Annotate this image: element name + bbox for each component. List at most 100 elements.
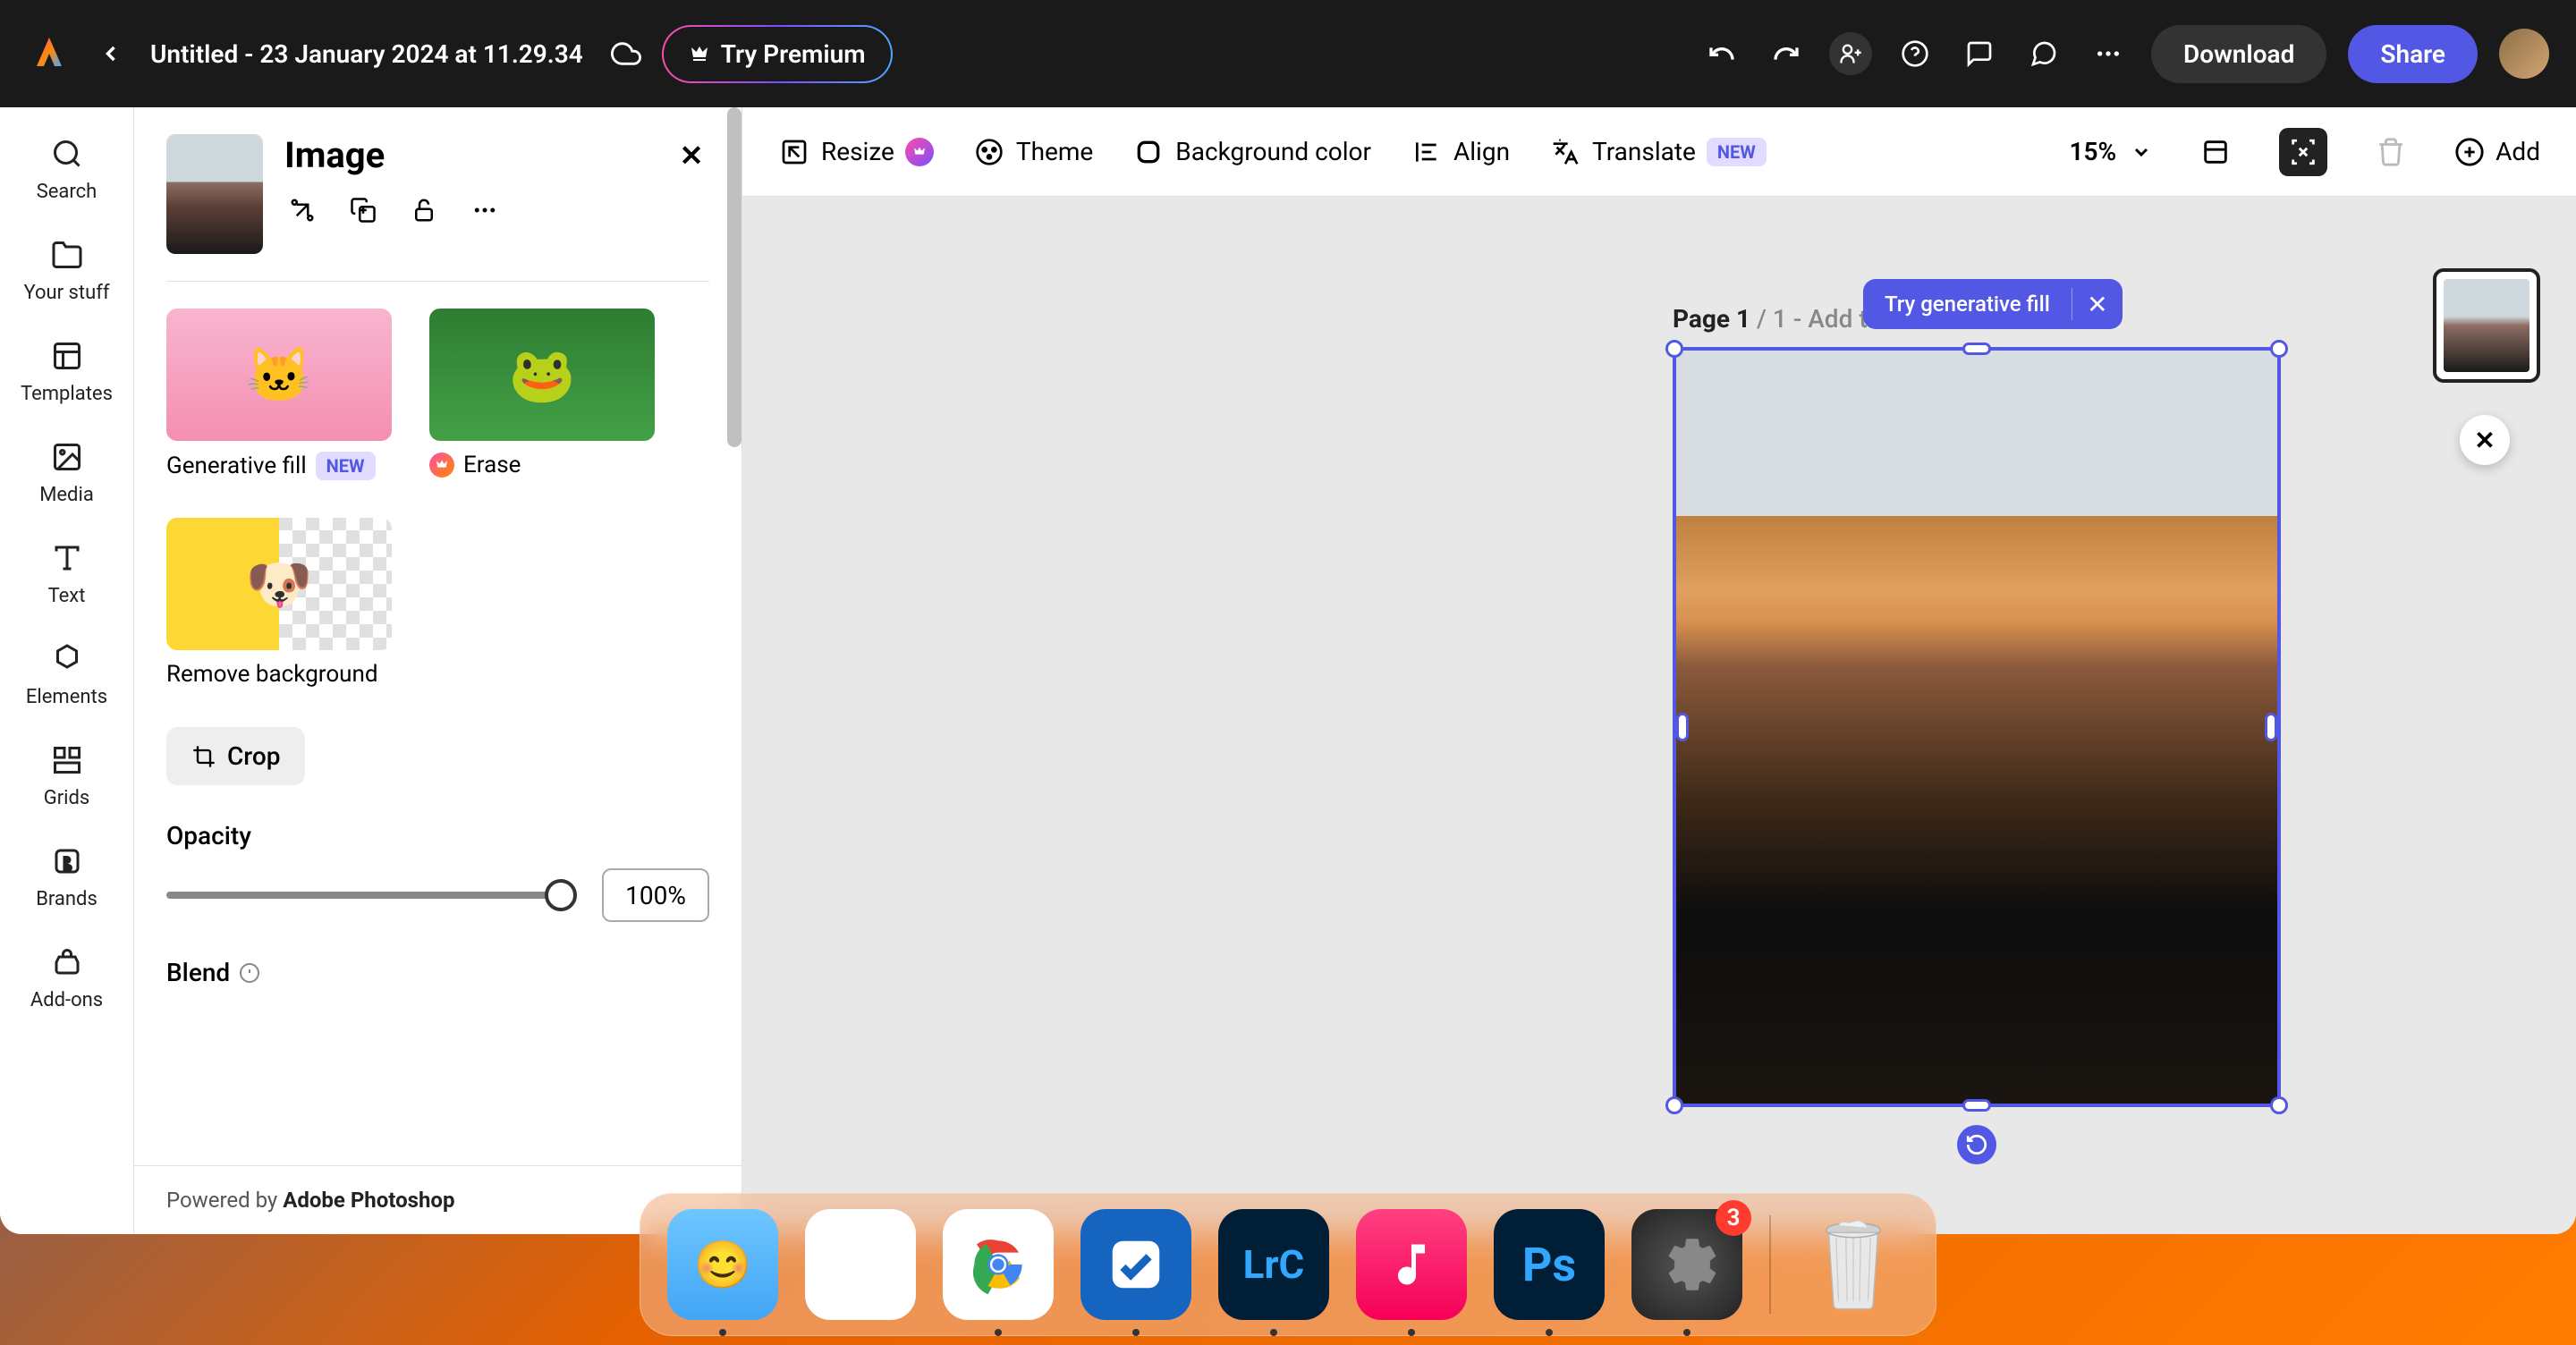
help-button[interactable] <box>1894 32 1936 75</box>
delete-button[interactable] <box>2367 128 2415 176</box>
more-button[interactable] <box>2087 32 2130 75</box>
fit-button[interactable] <box>2279 128 2327 176</box>
redo-button[interactable] <box>1765 32 1808 75</box>
close-panel-button[interactable]: ✕ <box>674 138 709 173</box>
opacity-label: Opacity <box>166 821 709 850</box>
macos-dock: 😊 LrC Ps 3 <box>640 1193 1936 1336</box>
folder-icon <box>47 235 87 275</box>
more-options-icon[interactable] <box>467 192 503 228</box>
undo-button[interactable] <box>1700 32 1743 75</box>
bg-color-button[interactable]: Background color <box>1132 136 1371 168</box>
rotate-handle[interactable] <box>1957 1125 1996 1164</box>
new-badge: NEW <box>1707 138 1767 166</box>
new-badge: NEW <box>316 452 376 480</box>
align-button[interactable]: Align <box>1411 136 1510 168</box>
zoom-control[interactable]: 15% <box>2069 137 2152 166</box>
dock-launchpad[interactable] <box>805 1209 916 1320</box>
duplicate-icon[interactable] <box>345 192 381 228</box>
resize-handle-r[interactable] <box>2265 713 2277 741</box>
rail-text[interactable]: Text <box>0 538 133 607</box>
layers-button[interactable] <box>2191 128 2240 176</box>
slider-thumb[interactable] <box>545 879 577 911</box>
templates-icon <box>47 336 87 376</box>
rail-elements[interactable]: Elements <box>0 639 133 708</box>
rail-addons[interactable]: Add-ons <box>0 943 133 1011</box>
dock-things[interactable] <box>1080 1209 1191 1320</box>
search-icon <box>47 134 87 173</box>
premium-label: Try Premium <box>721 39 866 69</box>
generative-fill-card[interactable]: 🐱 Generative fillNEW <box>166 309 392 480</box>
unlock-icon[interactable] <box>406 192 442 228</box>
grids-icon <box>47 740 87 780</box>
selection-box[interactable] <box>1673 347 2281 1107</box>
add-page-button[interactable]: Add <box>2454 137 2540 167</box>
rail-your-stuff[interactable]: Your stuff <box>0 235 133 304</box>
document-title[interactable]: Untitled - 23 January 2024 at 11.29.34 <box>150 39 583 69</box>
user-avatar[interactable] <box>2499 29 2549 79</box>
cloud-sync-icon[interactable] <box>608 36 644 72</box>
rail-grids[interactable]: Grids <box>0 740 133 809</box>
top-bar: Untitled - 23 January 2024 at 11.29.34 T… <box>0 0 2576 107</box>
close-pill-button[interactable]: ✕ <box>2072 290 2123 319</box>
context-toolbar: Resize Theme Background color Align Tran… <box>742 107 2576 197</box>
premium-crown-icon <box>905 138 934 166</box>
resize-icon <box>778 136 810 168</box>
addons-icon <box>47 943 87 982</box>
rail-media[interactable]: Media <box>0 437 133 506</box>
page-thumbnail[interactable] <box>2433 268 2540 383</box>
premium-crown-icon <box>429 453 454 478</box>
resize-handle-tr[interactable] <box>2270 340 2288 358</box>
dock-lightroom-classic[interactable]: LrC <box>1218 1209 1329 1320</box>
theme-icon <box>973 136 1005 168</box>
replace-icon[interactable] <box>284 192 320 228</box>
crop-button[interactable]: Crop <box>166 727 305 785</box>
rail-templates[interactable]: Templates <box>0 336 133 405</box>
resize-handle-l[interactable] <box>1676 713 1689 741</box>
generative-fill-preview: 🐱 <box>166 309 392 441</box>
align-icon <box>1411 136 1443 168</box>
rail-brands[interactable]: Brands <box>0 842 133 910</box>
adobe-express-logo[interactable] <box>27 31 72 76</box>
opacity-input[interactable]: 100% <box>602 868 709 922</box>
translate-button[interactable]: TranslateNEW <box>1549 136 1767 168</box>
remove-background-card[interactable]: 🐶 Remove background <box>166 518 392 688</box>
theme-button[interactable]: Theme <box>973 136 1093 168</box>
blend-label: Blend <box>166 958 709 987</box>
notification-badge: 3 <box>1716 1200 1751 1236</box>
canvas-image[interactable] <box>1676 351 2277 1104</box>
bg-color-icon <box>1132 136 1165 168</box>
left-rail: Search Your stuff Templates Media Text E… <box>0 107 134 1234</box>
remove-bg-preview: 🐶 <box>166 518 392 650</box>
elements-icon <box>47 639 87 679</box>
resize-button[interactable]: Resize <box>778 136 934 168</box>
present-button[interactable] <box>2022 32 2065 75</box>
try-premium-button[interactable]: Try Premium <box>662 25 893 83</box>
panel-title: Image <box>284 134 656 176</box>
dock-photoshop[interactable]: Ps <box>1494 1209 1605 1320</box>
generative-fill-pill-button[interactable]: Try generative fill <box>1863 292 2072 317</box>
scrollbar[interactable] <box>727 107 741 447</box>
invite-button[interactable] <box>1829 32 1872 75</box>
resize-handle-bl[interactable] <box>1665 1096 1683 1114</box>
close-thumbnails-button[interactable]: ✕ <box>2460 415 2510 465</box>
erase-preview: 🐸 <box>429 309 655 441</box>
media-icon <box>47 437 87 477</box>
resize-handle-b[interactable] <box>1962 1099 1991 1112</box>
dock-finder[interactable]: 😊 <box>667 1209 778 1320</box>
resize-handle-br[interactable] <box>2270 1096 2288 1114</box>
opacity-slider[interactable] <box>166 892 575 899</box>
dock-chrome[interactable] <box>943 1209 1054 1320</box>
download-button[interactable]: Download <box>2151 25 2326 83</box>
resize-handle-t[interactable] <box>1962 343 1991 355</box>
canvas-viewport[interactable]: Page 1 / 1 - Add title Try generative fi… <box>742 197 2576 1234</box>
brands-icon <box>47 842 87 881</box>
back-button[interactable] <box>89 32 132 75</box>
dock-system-preferences[interactable]: 3 <box>1631 1209 1742 1320</box>
dock-music[interactable] <box>1356 1209 1467 1320</box>
erase-card[interactable]: 🐸 Erase <box>429 309 655 480</box>
resize-handle-tl[interactable] <box>1665 340 1683 358</box>
comment-button[interactable] <box>1958 32 2001 75</box>
dock-trash[interactable] <box>1798 1209 1909 1320</box>
share-button[interactable]: Share <box>2348 25 2478 83</box>
rail-search[interactable]: Search <box>0 134 133 203</box>
